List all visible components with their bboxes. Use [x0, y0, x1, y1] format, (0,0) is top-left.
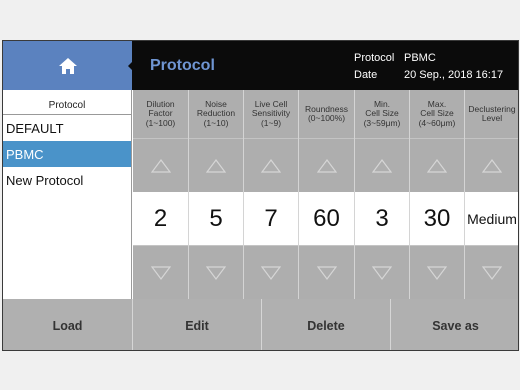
increment-button[interactable]: [465, 138, 518, 192]
triangle-up-icon: [482, 158, 502, 173]
triangle-down-icon: [261, 265, 281, 280]
decrement-button[interactable]: [189, 245, 243, 299]
param-roundness: Roundness (0~100%) 60: [298, 90, 354, 299]
protocol-item-pbmc[interactable]: PBMC: [3, 141, 131, 167]
param-header: Dilution Factor (1~100): [133, 90, 188, 138]
param-range: (1~10): [203, 117, 229, 128]
triangle-down-icon: [150, 265, 171, 280]
triangle-up-icon: [372, 158, 392, 173]
decrement-button[interactable]: [355, 245, 409, 299]
protocol-list-heading: Protocol: [3, 90, 131, 115]
protocol-meta: Protocol PBMC Date 20 Sep., 2018 16:17: [354, 50, 503, 84]
param-range: (1~9): [260, 117, 282, 128]
param-header: Noise Reduction (1~10): [189, 90, 243, 138]
decrement-button[interactable]: [410, 245, 464, 299]
param-value[interactable]: Medium: [465, 192, 518, 245]
protocol-list: Protocol DEFAULT PBMC New Protocol: [3, 90, 132, 299]
param-value[interactable]: 30: [410, 192, 464, 245]
delete-button[interactable]: Delete: [261, 299, 390, 350]
decrement-button[interactable]: [299, 245, 354, 299]
triangle-up-icon: [316, 158, 337, 173]
triangle-up-icon: [150, 158, 171, 173]
triangle-up-icon: [427, 158, 447, 173]
protocol-item-default[interactable]: DEFAULT: [3, 115, 131, 141]
param-live-cell-sensitivity: Live Cell Sensitivity (1~9) 7: [243, 90, 298, 299]
triangle-down-icon: [372, 265, 392, 280]
edit-button[interactable]: Edit: [132, 299, 261, 350]
param-min-cell-size: Min. Cell Size (3~59μm) 3: [354, 90, 409, 299]
param-header: Live Cell Sensitivity (1~9): [244, 90, 298, 138]
triangle-down-icon: [427, 265, 447, 280]
triangle-down-icon: [206, 265, 226, 280]
parameter-grid: Dilution Factor (1~100) 2 Noise Reductio…: [133, 90, 518, 299]
decrement-button[interactable]: [465, 245, 518, 299]
increment-button[interactable]: [244, 138, 298, 192]
page-title: Protocol: [150, 57, 215, 74]
triangle-down-icon: [316, 265, 337, 280]
increment-button[interactable]: [299, 138, 354, 192]
triangle-up-icon: [261, 158, 281, 173]
protocol-label: Protocol: [354, 52, 395, 64]
param-dilution-factor: Dilution Factor (1~100) 2: [133, 90, 188, 299]
save-as-button[interactable]: Save as: [390, 299, 518, 350]
param-range: (4~60μm): [418, 117, 456, 128]
triangle-up-icon: [206, 158, 226, 173]
home-icon: [58, 57, 77, 74]
param-value[interactable]: 2: [133, 192, 188, 245]
increment-button[interactable]: [189, 138, 243, 192]
load-button[interactable]: Load: [3, 299, 132, 350]
param-header: Roundness (0~100%): [299, 90, 354, 138]
header-bar: Protocol Protocol PBMC Date 20 Sep., 201…: [132, 41, 518, 90]
increment-button[interactable]: [410, 138, 464, 192]
date-value: 20 Sep., 2018 16:17: [404, 69, 504, 81]
date-label: Date: [354, 69, 378, 81]
param-max-cell-size: Max. Cell Size (4~60μm) 30: [409, 90, 464, 299]
param-header: Max. Cell Size (4~60μm): [410, 90, 464, 138]
action-bar: Load Edit Delete Save as: [3, 299, 518, 350]
home-button[interactable]: [3, 41, 132, 90]
protocol-item-new[interactable]: New Protocol: [3, 167, 131, 193]
triangle-down-icon: [482, 265, 502, 280]
param-declustering-level: Declustering Level Medium: [464, 90, 518, 299]
param-range: (3~59μm): [363, 117, 401, 128]
param-header: Declustering Level: [465, 90, 518, 138]
protocol-value: PBMC: [404, 52, 436, 64]
param-range: (1~100): [145, 117, 176, 128]
param-value[interactable]: 5: [189, 192, 243, 245]
param-value[interactable]: 60: [299, 192, 354, 245]
param-value[interactable]: 7: [244, 192, 298, 245]
param-header: Min. Cell Size (3~59μm): [355, 90, 409, 138]
increment-button[interactable]: [355, 138, 409, 192]
param-value[interactable]: 3: [355, 192, 409, 245]
protocol-screen: Protocol Protocol PBMC Date 20 Sep., 201…: [2, 40, 519, 351]
param-noise-reduction: Noise Reduction (1~10) 5: [188, 90, 243, 299]
param-label-line: Level: [481, 113, 503, 123]
decrement-button[interactable]: [133, 245, 188, 299]
decrement-button[interactable]: [244, 245, 298, 299]
increment-button[interactable]: [133, 138, 188, 192]
param-range: (0~100%): [307, 113, 346, 123]
